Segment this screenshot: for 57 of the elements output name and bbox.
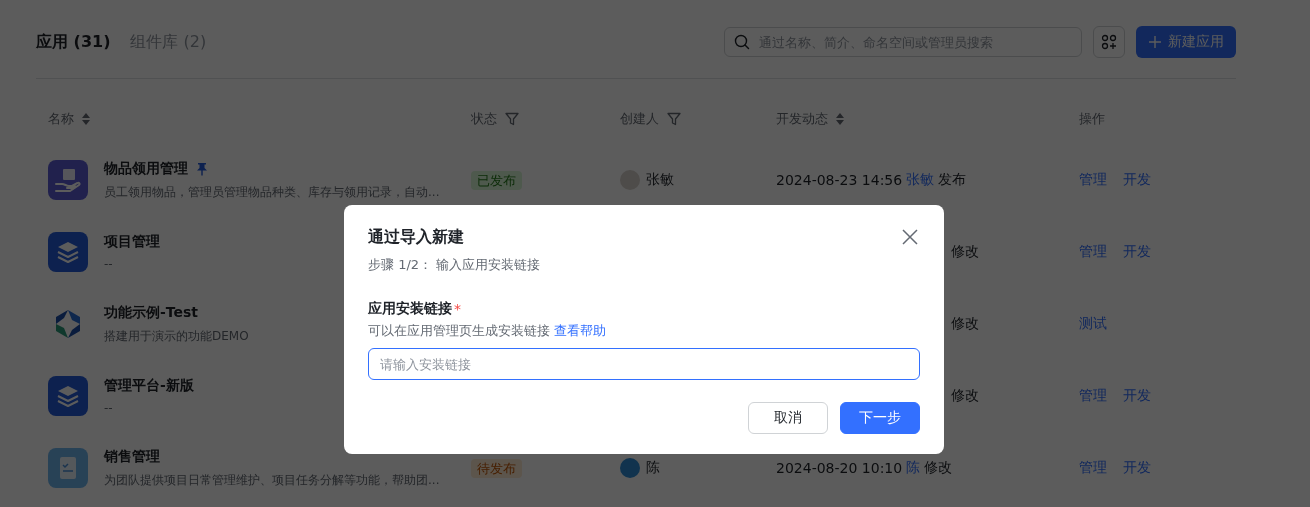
action-link[interactable]: 管理 xyxy=(1079,171,1107,189)
action-link[interactable]: 管理 xyxy=(1079,387,1107,405)
hand-box-icon xyxy=(48,160,88,200)
field-label: 应用安装链接 xyxy=(368,300,452,318)
required-mark: * xyxy=(454,301,461,317)
cancel-button[interactable]: 取消 xyxy=(748,402,828,434)
app-description: -- xyxy=(104,401,114,415)
layers-icon xyxy=(48,376,88,416)
activity-action: 发布 xyxy=(938,171,967,189)
close-button[interactable] xyxy=(900,227,920,247)
activity-time: 2024-08-20 10:10 xyxy=(776,460,903,476)
plus-icon xyxy=(1148,35,1162,49)
filter-icon[interactable] xyxy=(667,111,681,126)
link-input-field[interactable]: 请输入安装链接 xyxy=(368,348,920,380)
action-link[interactable]: 开发 xyxy=(1123,459,1151,477)
dialog-step: 步骤 1/2： 输入应用安装链接 xyxy=(368,256,541,274)
action-link[interactable]: 管理 xyxy=(1079,243,1107,261)
creator-name: 张敏 xyxy=(646,171,674,189)
action-link[interactable]: 开发 xyxy=(1123,243,1151,261)
help-link[interactable]: 查看帮助 xyxy=(554,322,606,340)
user-link[interactable]: 陈 xyxy=(906,459,921,477)
app-description: -- xyxy=(104,257,114,271)
filter-icon[interactable] xyxy=(505,111,519,126)
action-link[interactable]: 管理 xyxy=(1079,459,1107,477)
activity-time: 2024-08-23 14:56 xyxy=(776,172,903,188)
app-name: 功能示例-Test xyxy=(104,303,199,322)
search-icon xyxy=(734,34,750,50)
activity-action: 修改 xyxy=(924,459,953,477)
grid-plus-icon xyxy=(1101,34,1117,50)
status-tag: 待发布 xyxy=(471,459,522,478)
status-tag: 已发布 xyxy=(471,171,522,190)
dialog-title: 通过导入新建 xyxy=(368,227,465,248)
column-header: 创建人 xyxy=(620,109,659,128)
user-link[interactable]: 张敏 xyxy=(906,171,935,189)
action-link[interactable]: 开发 xyxy=(1123,387,1151,405)
app-name: 销售管理 xyxy=(104,447,160,466)
document-icon xyxy=(48,448,88,488)
layers-icon xyxy=(48,232,88,272)
tab[interactable]: 应用 (31) xyxy=(36,31,111,53)
activity-action: 修改 xyxy=(951,243,979,261)
activity-action: 修改 xyxy=(951,315,979,333)
app-name: 项目管理 xyxy=(104,233,160,251)
new-app-button[interactable]: 新建应用 xyxy=(1136,26,1236,58)
close-icon xyxy=(900,227,920,247)
action-link[interactable]: 测试 xyxy=(1079,315,1107,333)
next-button[interactable]: 下一步 xyxy=(840,402,920,434)
sort-icon[interactable] xyxy=(82,112,90,125)
add-component-button[interactable] xyxy=(1093,26,1125,58)
creator-name: 陈 xyxy=(646,459,660,477)
column-header: 名称 xyxy=(48,109,74,128)
avatar xyxy=(620,458,640,478)
app-name: 管理平台-新版 xyxy=(104,377,194,395)
app-name: 物品领用管理 xyxy=(104,159,188,178)
action-link[interactable]: 开发 xyxy=(1123,171,1151,189)
sort-icon[interactable] xyxy=(836,112,844,125)
field-hint: 可以在应用管理页生成安装链接 xyxy=(368,322,550,340)
activity-action: 修改 xyxy=(951,387,979,405)
